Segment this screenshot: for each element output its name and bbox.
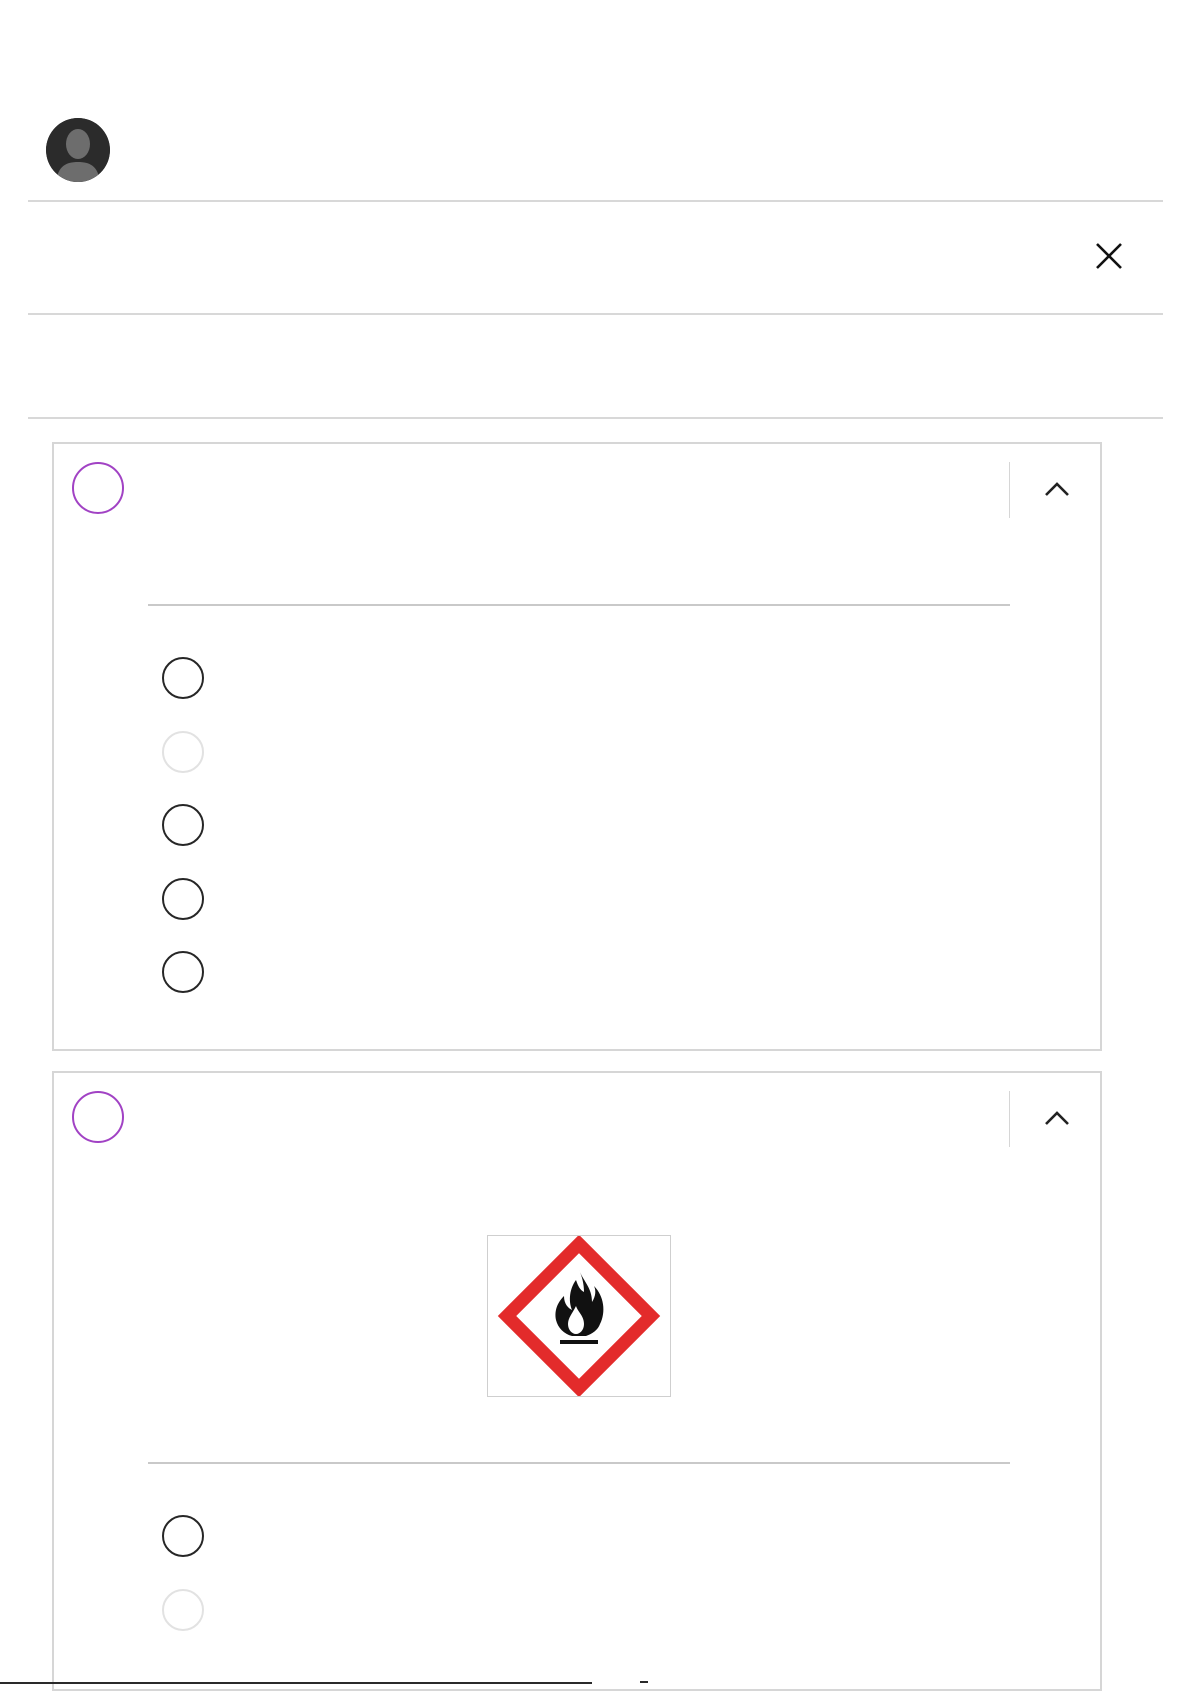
- question-divider: [148, 604, 1010, 606]
- question-card: [52, 1071, 1102, 1691]
- radio-button[interactable]: [162, 1515, 204, 1557]
- answer-option[interactable]: [162, 657, 862, 703]
- radio-button[interactable]: [162, 951, 204, 993]
- answer-option[interactable]: [162, 1515, 862, 1561]
- answer-option[interactable]: [162, 951, 862, 997]
- answer-option[interactable]: [162, 1589, 862, 1635]
- radio-button[interactable]: [162, 1589, 204, 1631]
- radio-button[interactable]: [162, 878, 204, 920]
- status-circle-icon: [72, 462, 124, 514]
- flammable-hazard-pictogram-icon: [497, 1234, 661, 1398]
- answer-option[interactable]: [162, 878, 862, 924]
- close-icon: [1096, 243, 1122, 269]
- question-divider: [148, 1462, 1010, 1464]
- collapse-button[interactable]: [1039, 1101, 1075, 1137]
- header-divider: [28, 200, 1163, 202]
- collapse-button[interactable]: [1039, 472, 1075, 508]
- radio-button[interactable]: [162, 657, 204, 699]
- close-button[interactable]: [1093, 240, 1125, 272]
- toolbar-divider: [28, 313, 1163, 315]
- chevron-up-icon: [1045, 1111, 1069, 1125]
- content-divider: [28, 417, 1163, 419]
- radio-button[interactable]: [162, 731, 204, 773]
- answer-option[interactable]: [162, 731, 862, 777]
- radio-button[interactable]: [162, 804, 204, 846]
- bottom-bar: [0, 1682, 592, 1684]
- avatar[interactable]: [46, 118, 110, 182]
- user-silhouette-icon: [46, 118, 110, 182]
- chevron-up-icon: [1045, 482, 1069, 496]
- question-image: [487, 1234, 671, 1398]
- bottom-bar-tick: [640, 1681, 648, 1683]
- answer-option[interactable]: [162, 804, 862, 850]
- status-circle-icon: [72, 1091, 124, 1143]
- card-header-divider: [1009, 462, 1010, 518]
- question-card: [52, 442, 1102, 1051]
- card-header-divider: [1009, 1091, 1010, 1147]
